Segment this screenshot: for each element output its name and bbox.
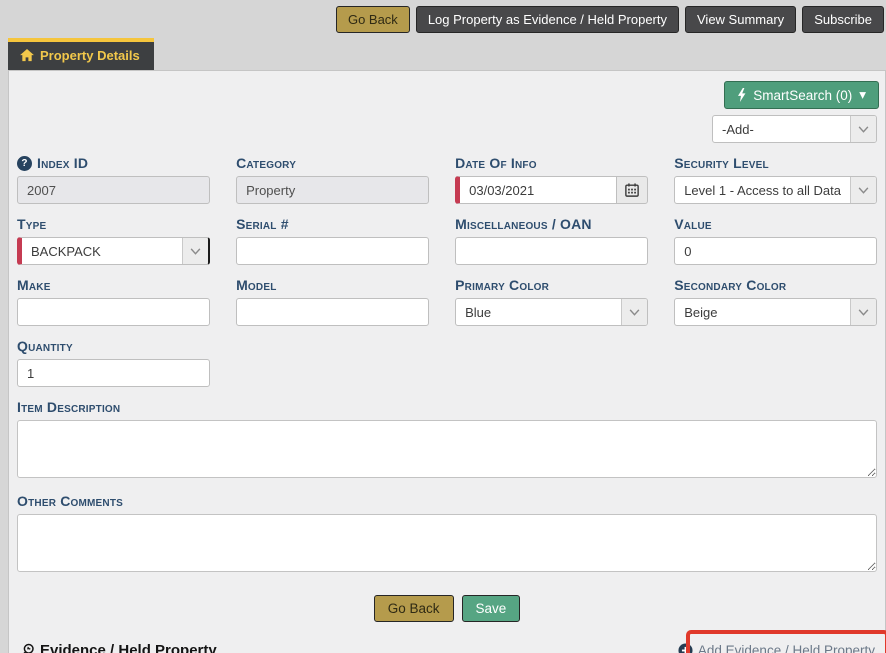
chevron-down-icon [621,299,647,325]
panel-wrap: SmartSearch (0) ▾ -Add- ? Index ID [0,70,886,653]
model-label: Model [236,277,429,293]
secondary-color-select[interactable]: Beige [674,298,877,326]
field-item-description: Item Description [17,395,877,481]
chevron-down-icon [850,299,876,325]
smartsearch-button[interactable]: SmartSearch (0) ▾ [724,81,879,109]
tab-strip: Property Details [0,38,886,70]
value-input[interactable] [674,237,877,265]
misc-oan-input[interactable] [455,237,648,265]
add-dropdown[interactable]: -Add- [712,115,877,143]
add-dropdown-value: -Add- [713,116,850,142]
log-property-button[interactable]: Log Property as Evidence / Held Property [416,6,679,33]
field-misc-oan: Miscellaneous / OAN [455,212,648,265]
view-summary-button[interactable]: View Summary [685,6,796,33]
subscribe-button[interactable]: Subscribe [802,6,884,33]
field-make: Make [17,273,210,326]
evidence-section-header: Evidence / Held Property Add Evidence / … [9,638,885,653]
field-other-comments: Other Comments [17,489,877,575]
type-label: Type [17,216,210,232]
top-toolbar: Go Back Log Property as Evidence / Held … [0,0,886,38]
field-type: Type BACKPACK [17,212,210,265]
category-input [236,176,429,204]
magnifier-icon [19,643,35,653]
quantity-input[interactable] [17,359,210,387]
index-id-label: Index ID [37,155,88,171]
value-label: Value [674,216,877,232]
index-id-input [17,176,210,204]
field-secondary-color: Secondary Color Beige [674,273,877,326]
quantity-label: Quantity [17,338,210,354]
date-of-info-input[interactable] [455,176,616,204]
chevron-down-icon: ▾ [859,87,866,103]
primary-color-value: Blue [456,299,621,325]
go-back-button-bottom[interactable]: Go Back [374,595,454,622]
type-select-value: BACKPACK [22,238,182,264]
type-select[interactable]: BACKPACK [17,237,210,265]
serial-label: Serial # [236,216,429,232]
misc-oan-label: Miscellaneous / OAN [455,216,648,232]
chevron-down-icon [850,177,876,203]
add-evidence-link-label: Add Evidence / Held Property [698,643,875,653]
field-quantity: Quantity [17,334,210,387]
category-label: Category [236,155,429,171]
smartsearch-label: SmartSearch (0) [753,88,852,103]
field-category: Category [236,151,429,204]
other-comments-textarea[interactable] [17,514,877,572]
security-level-value: Level 1 - Access to all Data [675,177,850,203]
serial-input[interactable] [236,237,429,265]
primary-color-select[interactable]: Blue [455,298,648,326]
tab-label: Property Details [40,48,140,63]
save-button[interactable]: Save [462,595,521,622]
field-index-id: ? Index ID [17,151,210,204]
go-back-button-top[interactable]: Go Back [336,6,410,33]
security-level-select[interactable]: Level 1 - Access to all Data [674,176,877,204]
property-details-panel: SmartSearch (0) ▾ -Add- ? Index ID [8,70,886,653]
home-icon [20,49,34,62]
make-label: Make [17,277,210,293]
primary-color-label: Primary Color [455,277,648,293]
add-evidence-link[interactable]: Add Evidence / Held Property [678,643,875,653]
item-description-label: Item Description [17,399,877,415]
secondary-color-label: Secondary Color [674,277,877,293]
field-serial: Serial # [236,212,429,265]
item-description-textarea[interactable] [17,420,877,478]
lightning-bolt-icon [737,88,746,102]
date-of-info-label: Date Of Info [455,155,648,171]
field-primary-color: Primary Color Blue [455,273,648,326]
other-comments-label: Other Comments [17,493,877,509]
chevron-down-icon [182,238,208,264]
tab-property-details[interactable]: Property Details [8,38,154,70]
model-input[interactable] [236,298,429,326]
evidence-section-title: Evidence / Held Property [40,642,217,653]
help-icon[interactable]: ? [17,156,32,171]
property-form: ? Index ID Category Date Of Info [9,145,885,583]
field-value: Value [674,212,877,265]
field-security-level: Security Level Level 1 - Access to all D… [674,151,877,204]
make-input[interactable] [17,298,210,326]
chevron-down-icon [850,116,876,142]
field-date-of-info: Date Of Info [455,151,648,204]
field-model: Model [236,273,429,326]
calendar-button[interactable] [616,176,648,204]
secondary-color-value: Beige [675,299,850,325]
security-level-label: Security Level [674,155,877,171]
plus-circle-icon [678,643,693,653]
